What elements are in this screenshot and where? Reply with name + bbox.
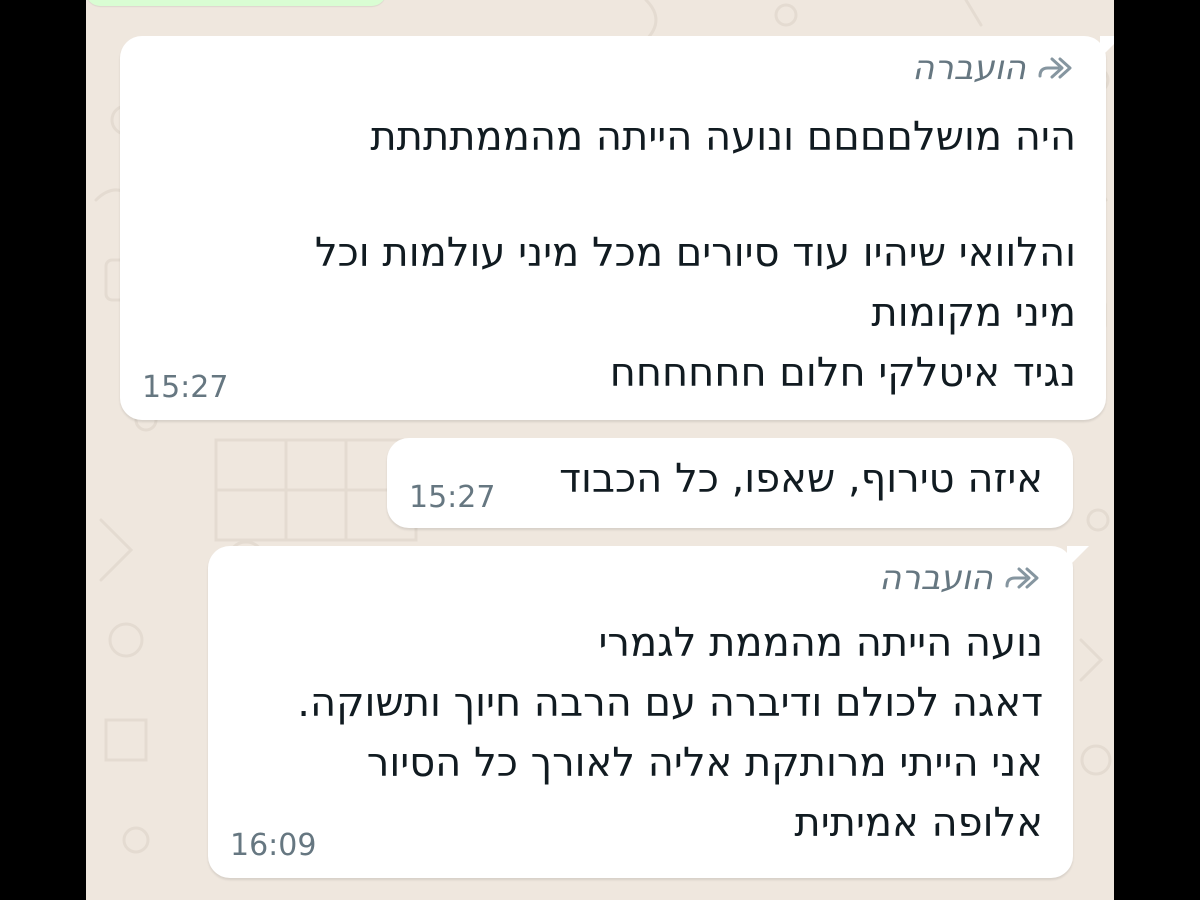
message-text-line: היה מושלםםםם ונועה הייתה מהממתתתת	[370, 114, 1076, 160]
chat-pane[interactable]: הועברה היה מושלםםםם ונועה הייתה מהממתתתת…	[86, 0, 1114, 900]
forwarded-label: הועברה	[879, 558, 1043, 598]
message-text-line: מיני מקומות	[871, 290, 1076, 336]
message-timestamp: 15:27	[409, 480, 496, 515]
forwarded-arrow-icon	[1038, 57, 1072, 79]
message-text-line: והלוואי שיהיו עוד סיורים מכל מיני עולמות…	[314, 230, 1076, 276]
message-bubble[interactable]: איזה טירוף, שאפו, כל הכבוד 15:27	[387, 438, 1073, 528]
forwarded-text: הועברה	[912, 48, 1026, 88]
message-text-line: דאגה לכולם ודיברה עם הרבה חיוך ותשוקה.	[297, 680, 1043, 726]
forwarded-label: הועברה	[912, 48, 1076, 88]
forwarded-arrow-icon	[1005, 567, 1039, 589]
message-text-line: נועה הייתה מהממת לגמרי	[598, 620, 1043, 666]
message-text-line: אני הייתי מרותקת אליה לאורך כל הסיור	[366, 740, 1043, 786]
message-bubble[interactable]: הועברה נועה הייתה מהממת לגמרי דאגה לכולם…	[208, 546, 1089, 878]
previous-message-bubble-edge	[86, 0, 386, 6]
message-text-line: אלופה אמיתית	[794, 800, 1043, 846]
message-bubble[interactable]: הועברה היה מושלםםםם ונועה הייתה מהממתתתת…	[120, 36, 1114, 420]
message-text-line: נגיד איטלקי חלום חחחחחח	[609, 350, 1076, 396]
message-timestamp: 15:27	[142, 370, 229, 405]
message-text-line: איזה טירוף, שאפו, כל הכבוד	[559, 456, 1043, 502]
message-timestamp: 16:09	[230, 828, 317, 863]
forwarded-text: הועברה	[879, 558, 993, 598]
